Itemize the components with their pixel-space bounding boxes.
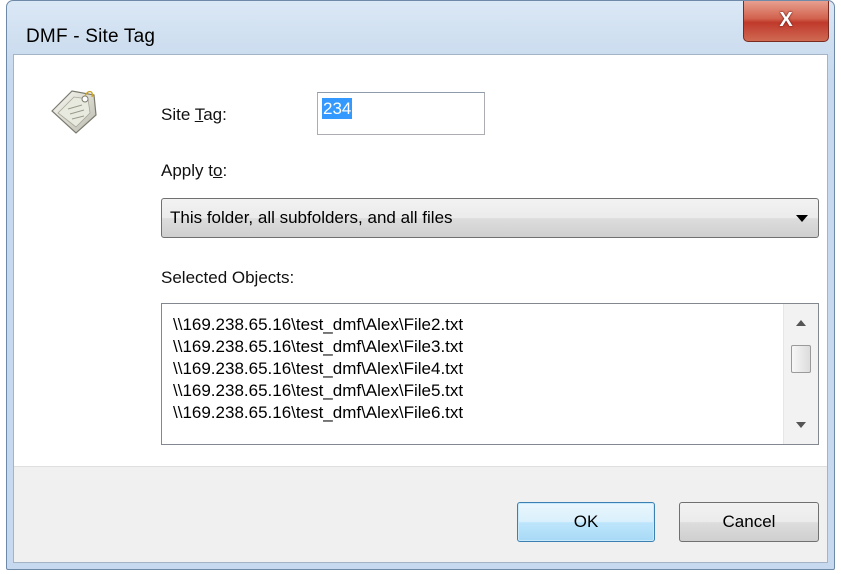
ok-button[interactable]: OK: [517, 502, 655, 542]
list-item[interactable]: \\169.238.65.16\test_dmf\Alex\File6.txt: [173, 402, 778, 424]
tag-icon: [51, 90, 97, 134]
site-tag-input[interactable]: 234: [317, 92, 485, 135]
scroll-up-icon: [796, 320, 806, 326]
dialog-window: DMF - Site Tag X Site Tag: 234 Apply to:…: [6, 0, 835, 570]
vertical-scrollbar[interactable]: [783, 304, 818, 444]
scrollbar-thumb[interactable]: [791, 345, 811, 373]
close-button[interactable]: X: [743, 1, 829, 42]
selected-objects-label: Selected Objects:: [161, 268, 295, 287]
apply-to-label: Apply to:: [161, 161, 228, 180]
list-item[interactable]: \\169.238.65.16\test_dmf\Alex\File2.txt: [173, 314, 778, 336]
window-title: DMF - Site Tag: [26, 26, 156, 47]
site-tag-value: 234: [322, 98, 353, 119]
site-tag-label: Site Tag:: [161, 105, 227, 124]
selected-objects-items: \\169.238.65.16\test_dmf\Alex\File2.txt …: [173, 314, 778, 424]
scroll-down-icon: [796, 422, 806, 428]
scroll-up-button[interactable]: [784, 308, 818, 338]
apply-to-selected-value: This folder, all subfolders, and all fil…: [170, 208, 453, 227]
list-item[interactable]: \\169.238.65.16\test_dmf\Alex\File5.txt: [173, 380, 778, 402]
selected-objects-list[interactable]: \\169.238.65.16\test_dmf\Alex\File2.txt …: [161, 303, 819, 445]
dialog-content: Site Tag: 234 Apply to: This folder, all…: [14, 55, 827, 466]
cancel-button[interactable]: Cancel: [679, 502, 819, 542]
close-icon: X: [779, 9, 793, 31]
apply-to-select[interactable]: This folder, all subfolders, and all fil…: [161, 198, 819, 238]
chevron-down-icon: [796, 215, 808, 222]
scroll-down-button[interactable]: [784, 410, 818, 440]
dialog-client-area: Site Tag: 234 Apply to: This folder, all…: [13, 54, 828, 563]
title-bar[interactable]: DMF - Site Tag X: [7, 1, 834, 53]
list-item[interactable]: \\169.238.65.16\test_dmf\Alex\File4.txt: [173, 358, 778, 380]
list-item[interactable]: \\169.238.65.16\test_dmf\Alex\File3.txt: [173, 336, 778, 358]
